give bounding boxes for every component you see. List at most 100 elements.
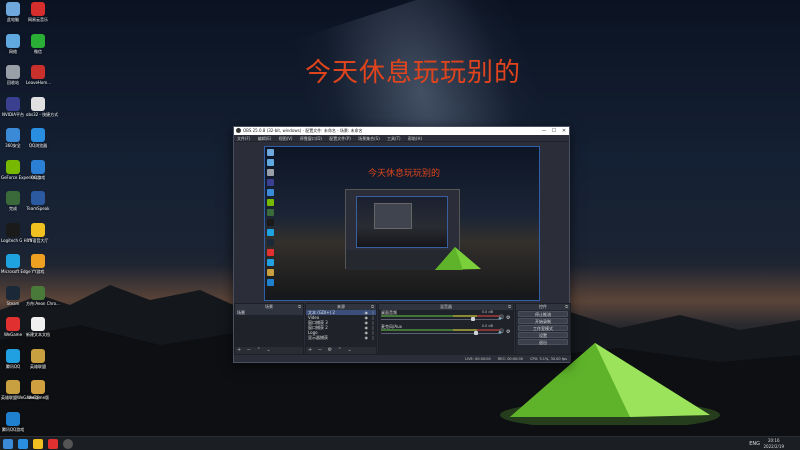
volume-slider-handle[interactable] <box>473 331 478 335</box>
mixer-channel-desktop: 桌面音频 0.0 dB 🔊 ⚙ <box>379 310 513 324</box>
preview-tent <box>435 247 481 270</box>
source-item[interactable]: 显示器捕获 ◉ ▯ <box>306 335 376 340</box>
scenes-list: 场景 <box>235 310 303 347</box>
taskbar-obs-icon[interactable] <box>63 439 73 449</box>
desktop-icon[interactable]: 360安全 <box>1 128 25 148</box>
desktop-icon-label: WeGame版 <box>26 395 50 400</box>
desktop-icon[interactable]: 方舟:Aeon Chro... <box>26 285 60 306</box>
eye-icon[interactable]: ◉ <box>365 335 369 340</box>
gear-icon[interactable]: ⚙ <box>506 330 511 335</box>
add-scene-icon[interactable]: + <box>237 347 241 353</box>
obs-statusbar: LIVE: 00:00:00 REC: 00:00:00 CPU: 5.1%, … <box>234 354 571 362</box>
desktop-icon-label: 微信 <box>34 48 42 54</box>
move-up-icon[interactable]: ⌃ <box>338 347 342 353</box>
desktop-icon[interactable]: 新建文本文档 <box>26 317 50 337</box>
menu-profile[interactable]: 配置文件(P) <box>329 136 351 141</box>
obs-window[interactable]: OBS 25.0.8 (32-bit, windows) - 配置文件: 未命名… <box>233 126 571 363</box>
volume-slider[interactable] <box>381 319 501 320</box>
desktop-icon-label: GeForce Experience <box>1 174 41 180</box>
desktop-icon-label: Steam <box>6 300 20 306</box>
desktop-icon[interactable]: YY语音大厅 <box>26 222 50 243</box>
desktop-icon[interactable]: Microsoft Edge <box>1 254 31 274</box>
desktop-icon[interactable]: 腾讯QQ <box>1 348 25 369</box>
menu-view[interactable]: 视图(V) <box>279 136 293 141</box>
speaker-icon[interactable]: 🔊 <box>498 316 504 321</box>
exit-button[interactable]: 退出 <box>518 339 568 345</box>
desktop-icon-label: 此电脑 <box>7 17 19 22</box>
desktop-icon-label: 英雄联盟 <box>30 363 46 369</box>
minimize-button[interactable]: — <box>539 127 549 135</box>
desktop-icon[interactable]: Logitech G HUB <box>1 222 32 243</box>
menu-edit[interactable]: 编辑(E) <box>258 136 272 141</box>
start-recording-button[interactable]: 开始录制 <box>518 318 568 324</box>
desktop-icon[interactable]: YY游戏 <box>26 254 50 274</box>
input-language[interactable]: ENG <box>749 441 760 447</box>
desktop-icon[interactable]: 完成 <box>1 191 25 211</box>
volume-slider-handle[interactable] <box>471 317 476 321</box>
menu-docks[interactable]: 停靠窗口(D) <box>300 136 322 141</box>
menu-tools[interactable]: 工具(T) <box>387 136 401 141</box>
stop-streaming-button[interactable]: 停止推流 <box>518 311 568 317</box>
move-down-icon[interactable]: ⌄ <box>266 347 270 353</box>
desktop-icon[interactable]: WeGame <box>1 317 25 337</box>
desktop-icon[interactable]: Steam <box>1 285 25 306</box>
desktop-icon-label: YY语音大厅 <box>27 237 49 243</box>
add-source-icon[interactable]: + <box>308 347 312 353</box>
studio-mode-button[interactable]: 工作室模式 <box>518 325 568 331</box>
lock-icon[interactable]: ▯ <box>372 335 374 340</box>
desktop-icon[interactable]: GeForce Experience <box>1 159 41 180</box>
taskbar-wegame-icon[interactable] <box>48 439 58 449</box>
desktop-icon[interactable]: 网易云音乐 <box>26 2 50 22</box>
desktop-icon[interactable]: 腾讯QQ游戏 <box>1 411 25 432</box>
taskbar-browser-icon[interactable] <box>18 439 28 449</box>
taskbar-yy-icon[interactable] <box>33 439 43 449</box>
sources-dock-title: 来源 <box>337 304 345 309</box>
app-icon <box>6 411 20 426</box>
desktop-icon[interactable]: 英雄联盟WeGame版 <box>1 380 39 400</box>
maximize-button[interactable]: ☐ <box>549 127 559 135</box>
menu-scene-collection[interactable]: 场景集合(S) <box>358 136 380 141</box>
desktop-icon[interactable]: 网络 <box>1 33 25 54</box>
desktop-icon[interactable]: LeaveHom... <box>26 65 51 85</box>
app-icon <box>31 191 45 205</box>
move-up-icon[interactable]: ⌃ <box>257 347 261 353</box>
desktop-icon-label: 完成 <box>9 206 17 211</box>
desktop-icon-label: YY游戏 <box>31 269 45 274</box>
menu-file[interactable]: 文件(F) <box>237 136 250 141</box>
desktop-icon[interactable]: 微信 <box>26 33 50 54</box>
mixer-channel-mic: 麦克风/Aux 0.0 dB 🔊 ⚙ <box>379 324 513 338</box>
volume-slider[interactable] <box>381 333 501 334</box>
desktop-icon[interactable]: 英雄联盟 <box>26 348 50 369</box>
obs-titlebar[interactable]: OBS 25.0.8 (32-bit, windows) - 配置文件: 未命名… <box>234 127 569 135</box>
desktop-icon[interactable]: NVIDIA平台 <box>1 96 25 117</box>
clock[interactable]: 20:16 2022/2/19 <box>763 438 784 450</box>
obs-preview-canvas[interactable]: 今天休息玩玩别的 <box>264 146 540 301</box>
move-down-icon[interactable]: ⌄ <box>347 347 351 353</box>
app-icon <box>6 317 20 331</box>
preview-title-text: 今天休息玩玩别的 <box>368 169 441 179</box>
desktop-icon[interactable]: QQ游戏 <box>26 159 50 180</box>
desktop-icon-label: obs32 - 快捷方式 <box>26 111 59 117</box>
source-properties-icon[interactable]: ⚙ <box>328 347 332 353</box>
close-button[interactable]: ✕ <box>559 127 569 135</box>
desktop-icon[interactable]: 回收站 <box>1 65 25 85</box>
app-icon <box>6 285 20 300</box>
desktop-icon[interactable]: WeGame版 <box>26 380 50 400</box>
desktop-icon-label: QQ游戏 <box>30 174 46 180</box>
start-button-windows-icon[interactable] <box>3 439 13 449</box>
remove-source-icon[interactable]: − <box>318 347 322 353</box>
speaker-icon[interactable]: 🔊 <box>498 330 504 335</box>
mixer-dock-title: 混音器 <box>440 304 452 309</box>
desktop-icon[interactable]: TeamSpeak <box>26 191 50 211</box>
desktop-icon[interactable]: obs32 - 快捷方式 <box>26 96 59 117</box>
desktop-icon[interactable]: QQ浏览器 <box>26 128 50 148</box>
menu-help[interactable]: 帮助(H) <box>408 136 422 141</box>
desktop-icon[interactable]: 此电脑 <box>1 2 25 22</box>
controls-body: 停止推流 开始录制 工作室模式 设置 退出 推流暂停推流 <box>516 310 570 362</box>
scene-item[interactable]: 场景 <box>235 310 303 315</box>
taskbar: ENG 20:16 2022/2/19 <box>0 436 800 450</box>
controls-dock: 控件 ⧉ 停止推流 开始录制 工作室模式 设置 退出 推流暂停推流 <box>515 303 571 362</box>
remove-scene-icon[interactable]: − <box>247 347 251 353</box>
settings-button[interactable]: 设置 <box>518 332 568 338</box>
gear-icon[interactable]: ⚙ <box>506 316 511 321</box>
